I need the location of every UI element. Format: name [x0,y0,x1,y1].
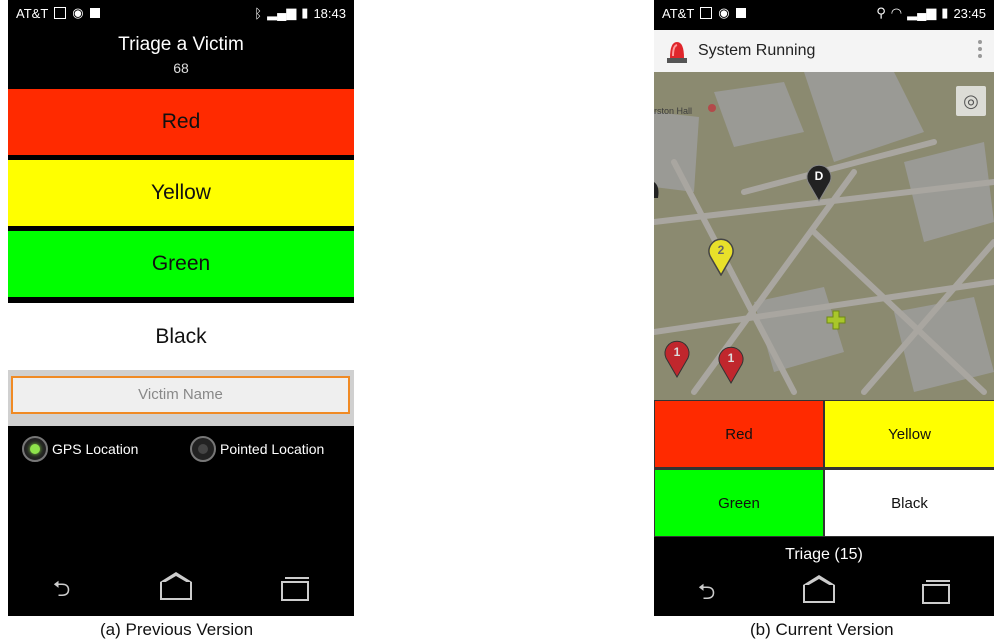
previous-version-screen: AT&T ◉ ᛒ ▂▄▆ ▮ 18:43 Triage a Victim 68 … [8,0,354,616]
navigation-bar: ⮌ [654,572,994,616]
caption-current: (b) Current Version [750,620,894,639]
carrier-label: AT&T [662,5,695,21]
marker-label: D [815,169,824,183]
radio-label: Pointed Location [220,441,325,457]
page-title: Triage a Victim [118,34,244,55]
signal-icon: ▂▄▆ [907,5,937,20]
battery-icon: ▮ [301,5,309,20]
back-icon[interactable]: ⮌ [53,572,71,610]
notification-icon [89,8,100,18]
wifi-icon: ◠ [890,5,903,20]
name-field-container: Victim Name [8,370,354,426]
triage-count-button[interactable]: Triage (15) [654,537,994,573]
notification-icon: ◉ [718,5,730,20]
location-icon: ⚲ [876,5,886,20]
marker-label: 1 [728,351,735,365]
locate-icon[interactable]: ◎ [956,86,986,116]
back-icon[interactable]: ⮌ [698,575,716,613]
yellow-button[interactable]: Yellow [8,160,354,226]
status-bar: AT&T ◉ ⚲ ◠ ▂▄▆ ▮ 23:45 [654,0,994,30]
gps-location-radio[interactable]: GPS Location [22,436,138,462]
image-notification-icon [700,7,713,19]
black-button[interactable]: Black [825,470,994,536]
map-marker-icon[interactable]: D [804,160,834,202]
radio-label: GPS Location [52,441,139,457]
caption-previous: (a) Previous Version [100,620,254,639]
home-icon[interactable] [802,575,835,603]
red-button[interactable]: Red [8,89,354,155]
clock: 23:45 [953,5,986,21]
action-bar: System Running [654,30,994,72]
location-options: GPS Location Pointed Location [22,436,348,470]
black-button[interactable]: Black [8,303,354,370]
map-marker-icon[interactable] [654,180,660,200]
triage-button-grid: Red Yellow Green Black [654,400,994,537]
pointed-location-radio[interactable]: Pointed Location [190,436,324,462]
marker-label: 1 [674,345,681,359]
signal-icon: ▂▄▆ [267,5,297,20]
current-version-screen: AT&T ◉ ⚲ ◠ ▂▄▆ ▮ 23:45 System Running rs… [654,0,994,616]
green-button[interactable]: Green [655,470,823,536]
battery-icon: ▮ [941,5,949,20]
map-label: rston Hall [654,106,693,116]
red-button[interactable]: Red [655,401,823,467]
recent-apps-icon[interactable] [281,577,310,601]
hospital-cross-icon [826,310,846,330]
map-tiles [654,72,994,400]
map-marker-icon[interactable]: 2 [706,234,736,276]
radio-button-icon [190,436,216,462]
green-button[interactable]: Green [8,231,354,297]
recent-apps-icon[interactable] [922,580,951,604]
notification-icon: ◉ [72,5,84,20]
home-icon[interactable] [159,572,192,600]
marker-label: 2 [718,243,725,257]
navigation-bar: ⮌ [8,566,354,616]
yellow-button[interactable]: Yellow [825,401,994,467]
overflow-menu-icon[interactable] [978,40,982,58]
map-view[interactable]: rston Hall ◎ D 2 1 1 [654,72,994,400]
map-marker-icon[interactable]: 1 [662,336,692,378]
siren-icon [667,42,687,63]
victim-name-input[interactable]: Victim Name [11,376,350,414]
image-notification-icon [54,7,67,19]
bluetooth-icon: ᛒ [254,5,263,21]
status-bar: AT&T ◉ ᛒ ▂▄▆ ▮ 18:43 [8,0,354,30]
notification-icon [735,8,746,18]
radio-button-icon [22,436,48,462]
clock: 18:43 [313,5,346,21]
victim-count: 68 [173,60,189,76]
carrier-label: AT&T [16,5,49,21]
map-marker-icon[interactable]: 1 [716,342,746,384]
app-title: System Running [698,42,816,59]
